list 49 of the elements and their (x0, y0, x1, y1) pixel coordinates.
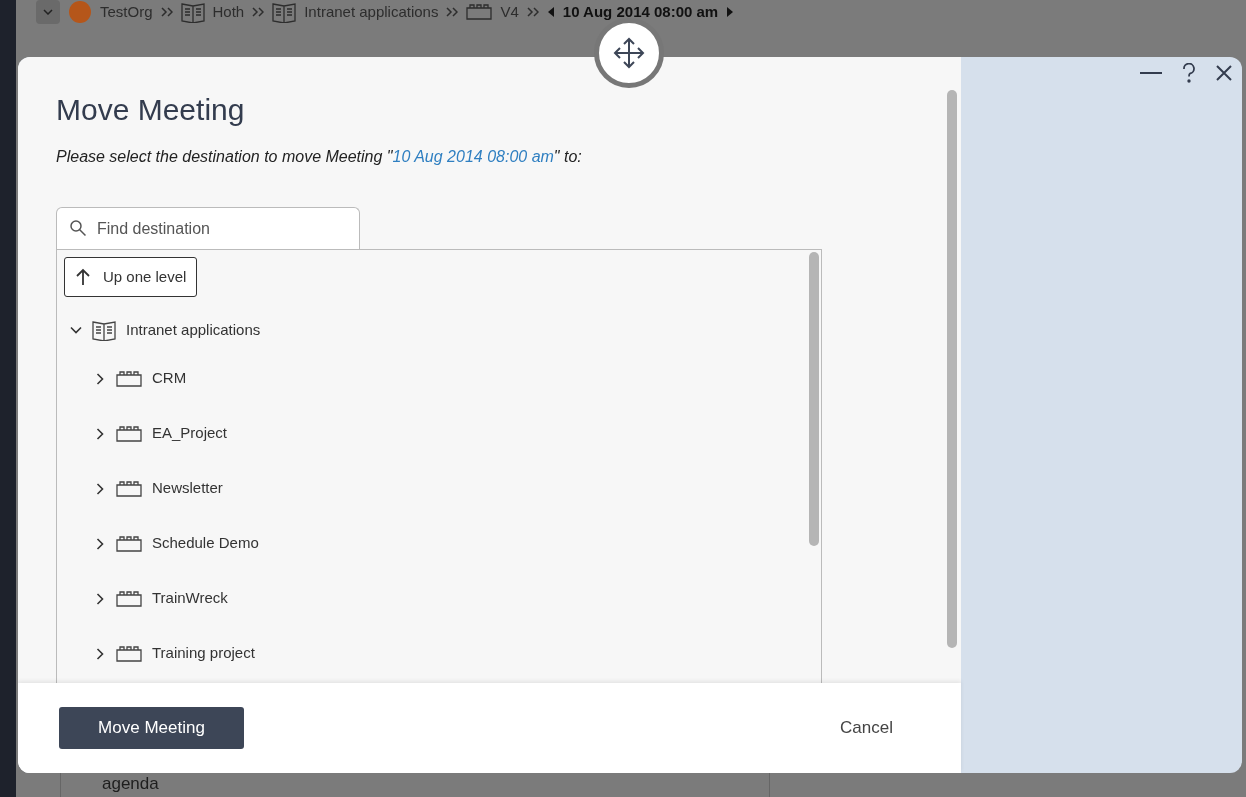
scrollbar[interactable] (947, 90, 957, 648)
next-icon[interactable] (726, 7, 735, 17)
brick-icon (116, 370, 142, 387)
minimize-icon[interactable] (1140, 71, 1162, 75)
chevron-right-icon[interactable] (94, 372, 106, 385)
search-icon (69, 219, 87, 237)
tree-item[interactable]: Schedule Demo (152, 532, 259, 555)
agenda-label: agenda (102, 773, 159, 795)
chevron-right-icon[interactable] (94, 592, 106, 605)
brick-icon (116, 535, 142, 552)
chevron-right-icon[interactable] (94, 537, 106, 550)
up-level-button[interactable]: Up one level (64, 257, 198, 297)
brick-icon (466, 4, 493, 20)
up-arrow-icon (75, 268, 91, 286)
tree-item[interactable]: Newsletter (152, 477, 223, 500)
brick-icon (116, 480, 142, 497)
brick-icon (116, 425, 142, 442)
chevron-right-icon[interactable] (94, 482, 106, 495)
previous-icon[interactable] (546, 7, 555, 17)
double-chevron-icon (446, 7, 459, 17)
meeting-link[interactable]: 10 Aug 2014 08:00 am (392, 148, 554, 165)
org-logo-icon (68, 0, 92, 24)
scrollbar[interactable] (809, 252, 819, 546)
move-icon (613, 37, 645, 69)
brick-icon (116, 590, 142, 607)
tree-item[interactable]: EA_Project (152, 422, 228, 445)
double-chevron-icon (160, 7, 173, 17)
chevron-down-icon[interactable] (70, 324, 82, 336)
tree-item[interactable]: CRM (152, 367, 187, 390)
search-field[interactable]: Find destination (56, 207, 360, 249)
double-chevron-icon (252, 7, 265, 17)
book-icon (92, 319, 116, 341)
book-icon (180, 1, 205, 23)
help-icon[interactable] (1182, 63, 1196, 83)
tree-item[interactable]: Intranet applications (126, 318, 261, 342)
move-meeting-button[interactable]: Move Meeting (59, 707, 244, 749)
cancel-button[interactable]: Cancel (840, 715, 893, 741)
chevron-right-icon[interactable] (94, 647, 106, 660)
tree-item[interactable]: Training project (152, 642, 255, 665)
book-icon (272, 1, 297, 23)
current-item: 10 Aug 2014 08:00 am (562, 2, 719, 22)
tree-item[interactable]: TrainWreck (152, 587, 228, 610)
dialog-title: Move Meeting (56, 92, 246, 128)
double-chevron-icon (526, 7, 539, 17)
close-icon[interactable] (1216, 65, 1232, 81)
brick-icon (116, 645, 142, 662)
chevron-down-icon (43, 9, 53, 15)
prompt-text: Please select the destination to move Meeting "10 Aug 2014 08:00 am" to: (56, 147, 583, 167)
chevron-right-icon[interactable] (94, 427, 106, 440)
